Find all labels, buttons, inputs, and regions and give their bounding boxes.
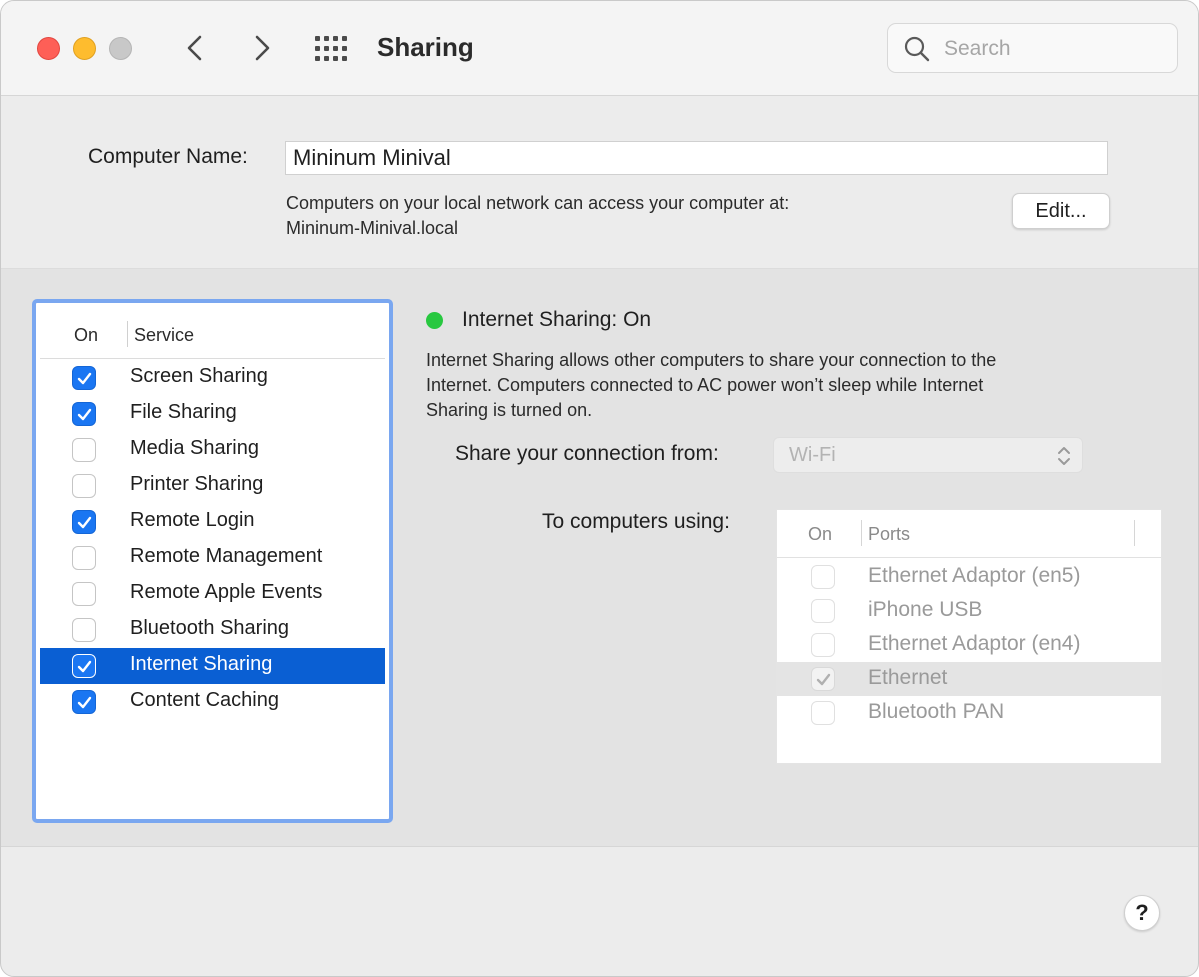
zoom-window-button[interactable] [109, 37, 132, 60]
description-line: Computers on your local network can acce… [286, 193, 790, 213]
service-checkbox[interactable] [72, 654, 96, 678]
services-section: On Service Screen Sharing File Sharing Med… [1, 269, 1198, 847]
description-line: Internet Sharing allows other computers … [426, 350, 997, 370]
up-down-chevron-icon [1058, 447, 1070, 465]
header-on[interactable]: On [74, 325, 98, 346]
service-checkbox[interactable] [72, 510, 96, 534]
port-checkbox[interactable] [811, 701, 835, 725]
computer-name-label: Computer Name: [88, 145, 248, 168]
service-row[interactable]: Screen Sharing [40, 360, 385, 396]
chevron-right-icon [255, 35, 270, 61]
header-divider [1134, 520, 1135, 546]
port-label: iPhone USB [868, 598, 983, 621]
service-label: File Sharing [130, 401, 237, 423]
computer-name-section: Computer Name: Mininum Minival Computers… [1, 97, 1198, 269]
search-placeholder: Search [944, 37, 1011, 60]
port-row[interactable]: iPhone USB [777, 594, 1161, 628]
sharing-window: Sharing Search Computer Name: Mininum Mi… [0, 0, 1199, 977]
port-checkbox[interactable] [811, 599, 835, 623]
service-row[interactable]: Remote Management [40, 540, 385, 576]
search-field[interactable]: Search [887, 23, 1178, 73]
to-computers-label: To computers using: [542, 510, 730, 533]
edit-button[interactable]: Edit... [1012, 193, 1110, 229]
service-label: Bluetooth Sharing [130, 617, 290, 639]
forward-button[interactable] [245, 31, 279, 65]
service-label: Remote Login [130, 509, 255, 531]
description-line: Sharing is turned on. [426, 400, 593, 420]
header-ports: Ports [868, 524, 911, 544]
service-label: Remote Management [130, 545, 323, 567]
header-on: On [808, 524, 833, 544]
port-row[interactable]: Ethernet Adaptor (en5) [777, 560, 1161, 594]
share-from-select[interactable]: Wi-Fi [773, 437, 1083, 473]
window-title: Sharing [377, 32, 474, 62]
minimize-window-button[interactable] [73, 37, 96, 60]
service-checkbox[interactable] [72, 366, 96, 390]
service-row[interactable]: Internet Sharing [40, 648, 385, 684]
port-checkbox[interactable] [811, 633, 835, 657]
share-from-value: Wi-Fi [789, 444, 836, 466]
ports-table-header: On Ports [777, 510, 1161, 558]
service-row[interactable]: Media Sharing [40, 432, 385, 468]
search-icon [904, 36, 930, 62]
service-row[interactable]: Remote Login [40, 504, 385, 540]
service-row[interactable]: Bluetooth Sharing [40, 612, 385, 648]
chevron-left-icon [187, 35, 202, 61]
title-bar: Sharing Search [1, 1, 1198, 96]
port-row[interactable]: Bluetooth PAN [777, 696, 1161, 730]
service-checkbox[interactable] [72, 618, 96, 642]
service-checkbox[interactable] [72, 690, 96, 714]
service-checkbox[interactable] [72, 474, 96, 498]
description-line: Internet. Computers connected to AC powe… [426, 375, 984, 395]
service-row[interactable]: Remote Apple Events [40, 576, 385, 612]
help-button[interactable]: ? [1124, 895, 1160, 931]
port-label: Bluetooth PAN [868, 700, 1005, 723]
computer-name-input[interactable]: Mininum Minival [285, 141, 1108, 175]
back-button[interactable] [179, 31, 213, 65]
show-all-grid-icon[interactable] [315, 34, 351, 64]
port-label: Ethernet Adaptor (en4) [868, 632, 1081, 655]
service-row[interactable]: Content Caching [40, 684, 385, 720]
service-checkbox[interactable] [72, 402, 96, 426]
port-row[interactable]: Ethernet [777, 662, 1161, 696]
port-label: Ethernet Adaptor (en5) [868, 564, 1081, 587]
header-service[interactable]: Service [134, 325, 194, 346]
service-row[interactable]: Printer Sharing [40, 468, 385, 504]
port-checkbox[interactable] [811, 565, 835, 589]
local-hostname: Mininum-Minival.local [286, 218, 459, 238]
service-label: Internet Sharing [130, 653, 273, 675]
service-list-header: On Service [40, 313, 385, 359]
service-status: Internet Sharing: On [462, 308, 652, 331]
service-label: Printer Sharing [130, 473, 264, 495]
service-label: Content Caching [130, 689, 279, 711]
service-label: Media Sharing [130, 437, 259, 459]
service-checkbox[interactable] [72, 582, 96, 606]
service-list[interactable]: On Service Screen Sharing File Sharing Med… [32, 299, 393, 823]
service-checkbox[interactable] [72, 438, 96, 462]
port-row[interactable]: Ethernet Adaptor (en4) [777, 628, 1161, 662]
share-from-label: Share your connection from: [455, 442, 719, 465]
ports-table[interactable]: On Ports Ethernet Adaptor (en5) iPhone US… [776, 509, 1162, 764]
service-checkbox[interactable] [72, 546, 96, 570]
service-label: Screen Sharing [130, 365, 268, 387]
close-window-button[interactable] [37, 37, 60, 60]
computer-name-description: Computers on your local network can acce… [286, 191, 789, 241]
service-row[interactable]: File Sharing [40, 396, 385, 432]
header-divider [127, 321, 128, 347]
status-indicator [426, 312, 443, 329]
service-label: Remote Apple Events [130, 581, 323, 603]
header-divider [861, 520, 862, 546]
port-label: Ethernet [868, 666, 948, 689]
port-checkbox[interactable] [811, 667, 835, 691]
service-description: Internet Sharing allows other computers … [426, 348, 1126, 423]
